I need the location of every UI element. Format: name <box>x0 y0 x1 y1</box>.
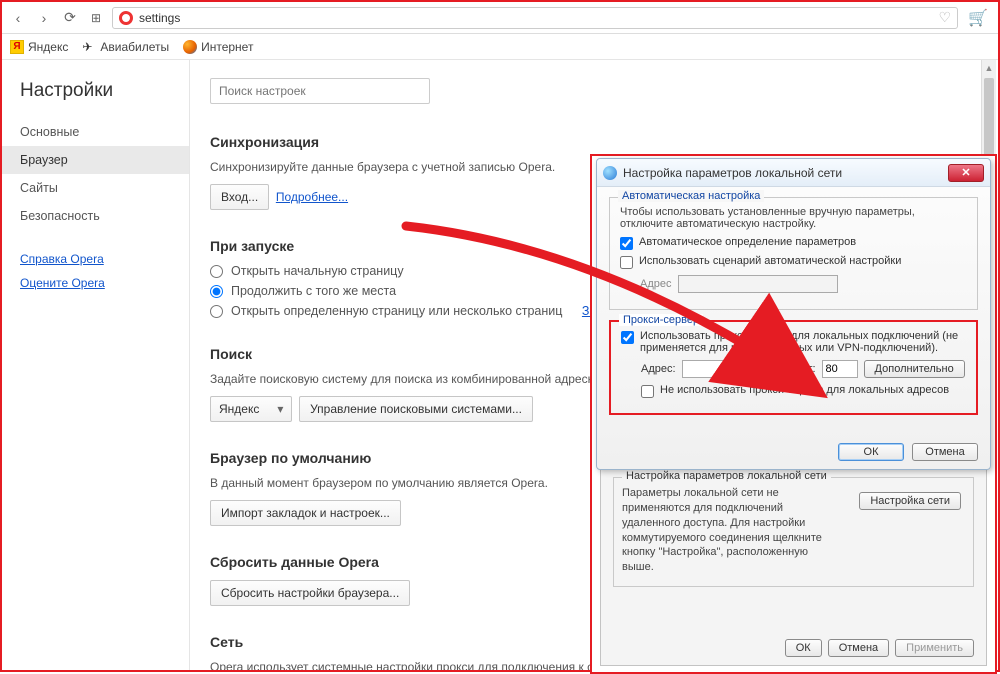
manage-search-button[interactable]: Управление поисковыми системами... <box>299 396 533 422</box>
bookmarks-bar: ЯЯндекс ✈Авиабилеты Интернет <box>2 34 998 60</box>
inet-ok-button[interactable]: ОК <box>785 639 822 657</box>
sidebar-item-security[interactable]: Безопасность <box>2 202 189 230</box>
proxy-port-input[interactable] <box>822 360 858 378</box>
startup-radio-home[interactable] <box>210 265 223 278</box>
proxy-addr-input[interactable] <box>682 360 782 378</box>
annotation-dialog-box: Настройка параметров локальной сети Пара… <box>590 154 997 674</box>
help-link[interactable]: Справка Opera <box>20 252 171 266</box>
address-text: settings <box>139 11 180 25</box>
favorite-icon[interactable]: ♡ <box>938 9 951 26</box>
auto-detect-checkbox[interactable] <box>620 237 633 250</box>
lan-fieldset-legend: Настройка параметров локальной сети <box>622 470 831 482</box>
lan-cancel-button[interactable]: Отмена <box>912 443 978 461</box>
auto-legend: Автоматическая настройка <box>618 190 764 202</box>
lan-desc: Параметры локальной сети не применяются … <box>622 486 832 575</box>
sidebar-item-sites[interactable]: Сайты <box>2 174 189 202</box>
sync-login-button[interactable]: Вход... <box>210 184 269 210</box>
startup-radio-continue[interactable] <box>210 285 223 298</box>
cart-icon[interactable]: 🛒 <box>964 8 992 28</box>
lan-ok-button[interactable]: ОК <box>838 443 904 461</box>
auto-desc: Чтобы использовать установленные вручную… <box>620 206 967 230</box>
close-button[interactable]: ✕ <box>948 164 984 182</box>
lan-settings-button[interactable]: Настройка сети <box>859 492 961 510</box>
proxy-legend: Прокси-сервер <box>619 314 703 326</box>
bookmark-flights[interactable]: ✈Авиабилеты <box>82 40 169 54</box>
bypass-local-checkbox[interactable] <box>641 385 654 398</box>
dialog-title: Настройка параметров локальной сети <box>623 166 842 180</box>
sync-more-link[interactable]: Подробнее... <box>276 190 348 204</box>
bookmark-internet[interactable]: Интернет <box>183 40 253 54</box>
inet-cancel-button[interactable]: Отмена <box>828 639 889 657</box>
sync-title: Синхронизация <box>210 134 978 150</box>
search-engine-select[interactable]: Яндекс <box>210 396 292 422</box>
internet-options-dialog: Настройка параметров локальной сети Пара… <box>600 466 987 666</box>
dialog-titlebar: Настройка параметров локальной сети ✕ <box>597 159 990 187</box>
proxy-addr-label: Адрес: <box>641 363 676 375</box>
lan-settings-dialog: Настройка параметров локальной сети ✕ Ав… <box>596 158 991 470</box>
browser-toolbar: ‹ › ⟳ ⊞ settings ♡ 🛒 <box>2 2 998 34</box>
import-button[interactable]: Импорт закладок и настроек... <box>210 500 401 526</box>
search-settings-input[interactable] <box>210 78 430 104</box>
plane-icon: ✈ <box>82 40 96 54</box>
auto-addr-label: Адрес <box>640 278 672 290</box>
startup-radio-pages[interactable] <box>210 305 223 318</box>
auto-script-checkbox[interactable] <box>620 256 633 269</box>
use-proxy-checkbox[interactable] <box>621 331 634 344</box>
forward-button[interactable]: › <box>34 8 54 28</box>
firefox-icon <box>183 40 197 54</box>
proxy-fieldset: Прокси-сервер Использовать прокси-сервер… <box>609 320 978 415</box>
speed-dial-button[interactable]: ⊞ <box>86 8 106 28</box>
opera-icon <box>119 11 133 25</box>
reset-button[interactable]: Сбросить настройки браузера... <box>210 580 410 606</box>
sidebar-item-basic[interactable]: Основные <box>2 118 189 146</box>
inet-apply-button[interactable]: Применить <box>895 639 974 657</box>
yandex-icon: Я <box>10 40 24 54</box>
rate-link[interactable]: Оцените Opera <box>20 276 171 290</box>
auto-config-fieldset: Автоматическая настройка Чтобы использов… <box>609 197 978 310</box>
page-title: Настройки <box>2 80 189 118</box>
back-button[interactable]: ‹ <box>8 8 28 28</box>
auto-addr-input <box>678 275 838 293</box>
address-bar[interactable]: settings ♡ <box>112 7 958 29</box>
sidebar: Настройки Основные Браузер Сайты Безопас… <box>2 60 190 670</box>
globe-icon <box>603 166 617 180</box>
bookmark-yandex[interactable]: ЯЯндекс <box>10 40 68 54</box>
reload-button[interactable]: ⟳ <box>60 8 80 28</box>
proxy-port-label: Порт: <box>788 363 816 375</box>
sidebar-item-browser[interactable]: Браузер <box>2 146 189 174</box>
proxy-advanced-button[interactable]: Дополнительно <box>864 360 965 378</box>
